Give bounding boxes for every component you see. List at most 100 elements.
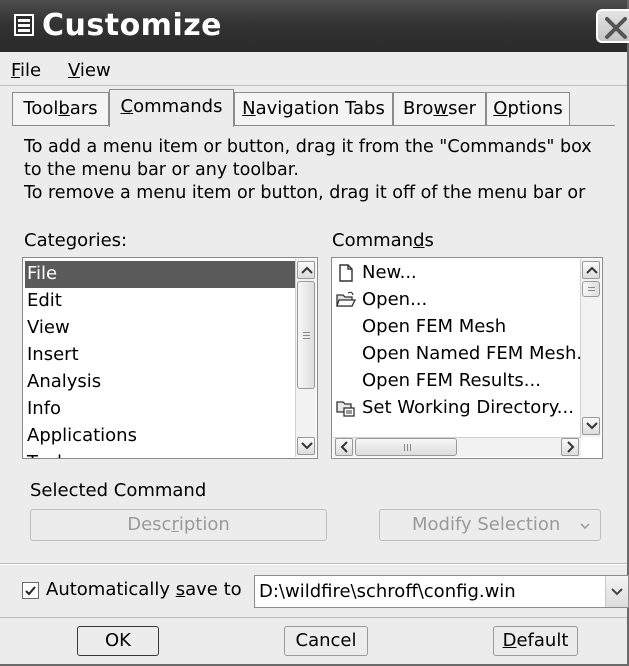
- working-directory-icon: [336, 401, 355, 417]
- grip-line: [588, 287, 595, 288]
- separator: [0, 617, 627, 618]
- commands-hscrollbar[interactable]: [333, 437, 581, 457]
- grip-line: [588, 290, 595, 291]
- instruction-line: to the menu bar or any toolbar.: [24, 160, 299, 180]
- title-bar[interactable]: Customize: [0, 0, 629, 52]
- selected-command-label: Selected Command: [30, 480, 207, 501]
- button-label: Modify Selection: [412, 514, 561, 535]
- categories-label: Categories:: [24, 230, 128, 251]
- commands-vscrollbar[interactable]: [580, 259, 601, 437]
- cancel-button[interactable]: Cancel: [284, 626, 368, 656]
- menu-file[interactable]: File: [11, 60, 41, 81]
- button-mnemonic: r: [171, 514, 179, 535]
- category-item[interactable]: File: [25, 261, 295, 288]
- separator: [0, 564, 627, 565]
- tab-label-part: Tool: [23, 98, 59, 119]
- scroll-left-button[interactable]: [335, 438, 353, 456]
- menu-view[interactable]: View: [68, 60, 111, 81]
- menu-view-label: iew: [79, 60, 111, 81]
- description-button[interactable]: Description: [30, 509, 327, 541]
- chevron-up-icon: [586, 266, 598, 274]
- chevron-left-icon: [340, 441, 348, 453]
- button-label-part: Desc: [127, 514, 172, 535]
- tab-label-part: ommands: [133, 96, 223, 117]
- commands-list[interactable]: New... Open... Open FEM Mesh Open Named …: [331, 257, 603, 459]
- tab-mnemonic: N: [242, 98, 256, 119]
- chevron-down-icon: [611, 588, 623, 596]
- grip-line: [410, 444, 411, 451]
- tab-browser[interactable]: Browser: [393, 92, 486, 125]
- grip-line: [303, 338, 310, 339]
- category-item[interactable]: View: [25, 315, 295, 342]
- close-button[interactable]: [596, 9, 629, 43]
- autosave-checkbox[interactable]: [22, 582, 39, 599]
- scroll-thumb[interactable]: [582, 281, 600, 297]
- tab-commands[interactable]: Commands: [109, 89, 234, 127]
- tab-mnemonic: w: [433, 98, 449, 119]
- tab-panel-border: [12, 125, 615, 126]
- ok-button[interactable]: OK: [77, 626, 159, 656]
- instructions-text: To add a menu item or button, drag it fr…: [24, 136, 619, 205]
- scroll-down-button[interactable]: [582, 417, 600, 435]
- tab-toolbars[interactable]: Toolbars: [12, 92, 109, 125]
- tab-label-part: ser: [448, 98, 476, 119]
- menu-bar: File View: [0, 55, 627, 86]
- menu-file-mnemonic: F: [11, 60, 21, 81]
- grip-line: [404, 444, 405, 451]
- tab-label-part: ars: [69, 98, 98, 119]
- modify-selection-button[interactable]: Modify Selection: [379, 509, 601, 541]
- category-item[interactable]: Info: [25, 396, 295, 423]
- command-label: Open FEM Results...: [362, 370, 541, 391]
- chevron-down-icon: [586, 422, 598, 430]
- scroll-down-button[interactable]: [297, 437, 315, 455]
- command-label: Set Working Directory...: [362, 397, 574, 418]
- dropdown-button[interactable]: [605, 576, 628, 607]
- instruction-line: To remove a menu item or button, drag it…: [24, 183, 586, 203]
- customize-dialog: Customize File View Toolbars Commands Na…: [0, 0, 629, 666]
- checkmark-icon: [25, 586, 36, 596]
- commands-label-mnemonic: d: [413, 230, 425, 251]
- commands-label-part: Comman: [332, 230, 414, 251]
- command-label: Open Named FEM Mesh...: [362, 343, 594, 364]
- config-path-value: D:\wildfire\schroff\config.win: [259, 581, 516, 602]
- category-item[interactable]: Analysis: [25, 369, 295, 396]
- categories-vscrollbar[interactable]: [295, 259, 316, 457]
- commands-label: Commands: [332, 230, 434, 251]
- tab-label-part: ptions: [507, 98, 563, 119]
- label-mnemonic: s: [175, 579, 186, 600]
- command-label: New...: [362, 262, 417, 283]
- chevron-up-icon: [301, 266, 313, 274]
- scroll-up-button[interactable]: [297, 261, 315, 279]
- chevron-right-icon: [567, 441, 575, 453]
- autosave-label[interactable]: Automatically save to: [46, 579, 242, 600]
- chevron-down-icon: [580, 523, 590, 529]
- category-item[interactable]: Tools: [25, 450, 295, 458]
- default-button[interactable]: Default: [493, 626, 578, 656]
- tab-mnemonic: b: [58, 98, 70, 119]
- open-folder-icon: [336, 291, 356, 307]
- category-item[interactable]: Applications: [25, 423, 295, 450]
- grip-line: [303, 335, 310, 336]
- scroll-thumb[interactable]: [297, 281, 315, 389]
- tab-mnemonic: O: [493, 98, 508, 119]
- close-icon: [605, 17, 627, 39]
- category-item[interactable]: Edit: [25, 288, 295, 315]
- grip-line: [407, 444, 408, 451]
- window-menu-icon[interactable]: [14, 14, 34, 36]
- categories-list[interactable]: File Edit View Insert Analysis Info Appl…: [22, 257, 318, 459]
- menu-file-label: ile: [20, 60, 42, 81]
- scroll-thumb[interactable]: [355, 438, 457, 456]
- tab-navigation-tabs[interactable]: Navigation Tabs: [234, 92, 393, 125]
- scroll-right-button[interactable]: [561, 438, 579, 456]
- tab-mnemonic: C: [120, 96, 134, 117]
- config-path-combobox[interactable]: D:\wildfire\schroff\config.win: [254, 575, 629, 608]
- tab-label-part: Bro: [403, 98, 434, 119]
- tab-options[interactable]: Options: [486, 92, 570, 125]
- scroll-up-button[interactable]: [582, 261, 600, 279]
- category-item[interactable]: Insert: [25, 342, 295, 369]
- commands-label-part: s: [424, 230, 434, 251]
- label-part: Automatically: [46, 579, 176, 600]
- button-label-part: efault: [516, 630, 569, 651]
- window-title: Customize: [42, 8, 223, 43]
- command-label: Open...: [362, 289, 428, 310]
